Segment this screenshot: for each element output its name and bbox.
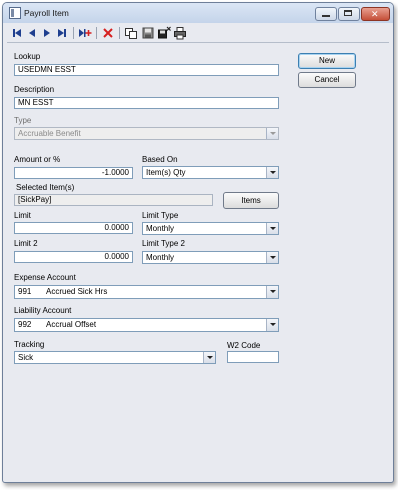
next-record-icon[interactable]	[40, 26, 54, 40]
chevron-down-icon	[266, 128, 278, 139]
chevron-down-icon[interactable]	[203, 352, 215, 363]
limit-type2-select[interactable]: Monthly	[142, 251, 279, 264]
expense-account-name: Accrued Sick Hrs	[46, 287, 108, 296]
limit2-label: Limit 2	[14, 239, 38, 248]
expense-account-select[interactable]: 991 Accrued Sick Hrs	[14, 285, 279, 299]
limit2-input[interactable]: 0.0000	[14, 251, 133, 263]
liability-account-label: Liability Account	[14, 306, 72, 315]
limit-type-value: Monthly	[146, 224, 175, 233]
limit-label: Limit	[14, 211, 31, 220]
previous-record-icon[interactable]	[25, 26, 39, 40]
toolbar-separator	[73, 27, 74, 39]
limit-type2-value: Monthly	[146, 253, 175, 262]
first-record-icon[interactable]	[10, 26, 24, 40]
title-bar[interactable]: Payroll Item ✕	[3, 3, 393, 23]
amount-label: Amount or %	[14, 155, 61, 164]
maximize-icon	[344, 10, 352, 16]
selected-items-field: [SickPay]	[14, 194, 213, 206]
liability-account-name: Accrual Offset	[46, 320, 97, 329]
add-record-icon[interactable]	[78, 26, 92, 40]
limit-type-label: Limit Type	[142, 211, 179, 220]
maximize-button[interactable]	[338, 7, 360, 21]
expense-account-label: Expense Account	[14, 273, 76, 282]
liability-account-select[interactable]: 992 Accrual Offset	[14, 318, 279, 332]
copy-icon[interactable]	[124, 26, 138, 40]
items-button[interactable]: Items	[223, 192, 279, 209]
close-button[interactable]: ✕	[361, 7, 390, 21]
based-on-label: Based On	[142, 155, 178, 164]
chevron-down-icon[interactable]	[266, 252, 278, 263]
lookup-input[interactable]: USEDMN ESST	[14, 64, 279, 76]
last-record-icon[interactable]	[55, 26, 69, 40]
expense-account-code: 991	[18, 287, 32, 296]
lookup-label: Lookup	[14, 52, 41, 61]
amount-input[interactable]: -1.0000	[14, 167, 133, 179]
chevron-down-icon[interactable]	[266, 223, 278, 234]
chevron-down-icon[interactable]	[266, 319, 278, 331]
chevron-down-icon[interactable]	[266, 286, 278, 298]
minimize-icon	[322, 15, 330, 17]
limit-input[interactable]: 0.0000	[14, 222, 133, 234]
based-on-value: Item(s) Qty	[146, 168, 186, 177]
toolbar-separator	[119, 27, 120, 39]
print-icon[interactable]	[173, 26, 187, 40]
record-toolbar	[7, 25, 389, 43]
w2-code-label: W2 Code	[227, 341, 261, 350]
cancel-button[interactable]: Cancel	[298, 72, 356, 88]
description-input[interactable]: MN ESST	[14, 97, 279, 109]
save-icon[interactable]	[141, 26, 155, 40]
type-select: Accruable Benefit	[14, 127, 279, 140]
w2-code-input[interactable]	[227, 351, 279, 363]
limit-type-select[interactable]: Monthly	[142, 222, 279, 235]
minimize-button[interactable]	[315, 7, 337, 21]
app-icon	[9, 7, 21, 19]
tracking-value: Sick	[18, 353, 34, 362]
tracking-select[interactable]: Sick	[14, 351, 216, 364]
description-label: Description	[14, 85, 55, 94]
limit-type2-label: Limit Type 2	[142, 239, 185, 248]
type-label: Type	[14, 116, 32, 125]
delete-record-icon[interactable]	[101, 26, 115, 40]
tracking-label: Tracking	[14, 340, 45, 349]
toolbar-separator	[96, 27, 97, 39]
liability-account-code: 992	[18, 320, 32, 329]
chevron-down-icon[interactable]	[266, 167, 278, 178]
based-on-select[interactable]: Item(s) Qty	[142, 166, 279, 179]
window-title: Payroll Item	[24, 8, 69, 18]
close-icon: ✕	[371, 9, 379, 19]
type-value: Accruable Benefit	[18, 129, 81, 138]
new-button[interactable]: New	[298, 53, 356, 69]
selected-items-label: Selected Item(s)	[16, 183, 75, 192]
payroll-item-window: Payroll Item ✕ Lookup USEDMN ESST Descri…	[2, 2, 394, 483]
save-close-icon[interactable]	[157, 26, 171, 40]
